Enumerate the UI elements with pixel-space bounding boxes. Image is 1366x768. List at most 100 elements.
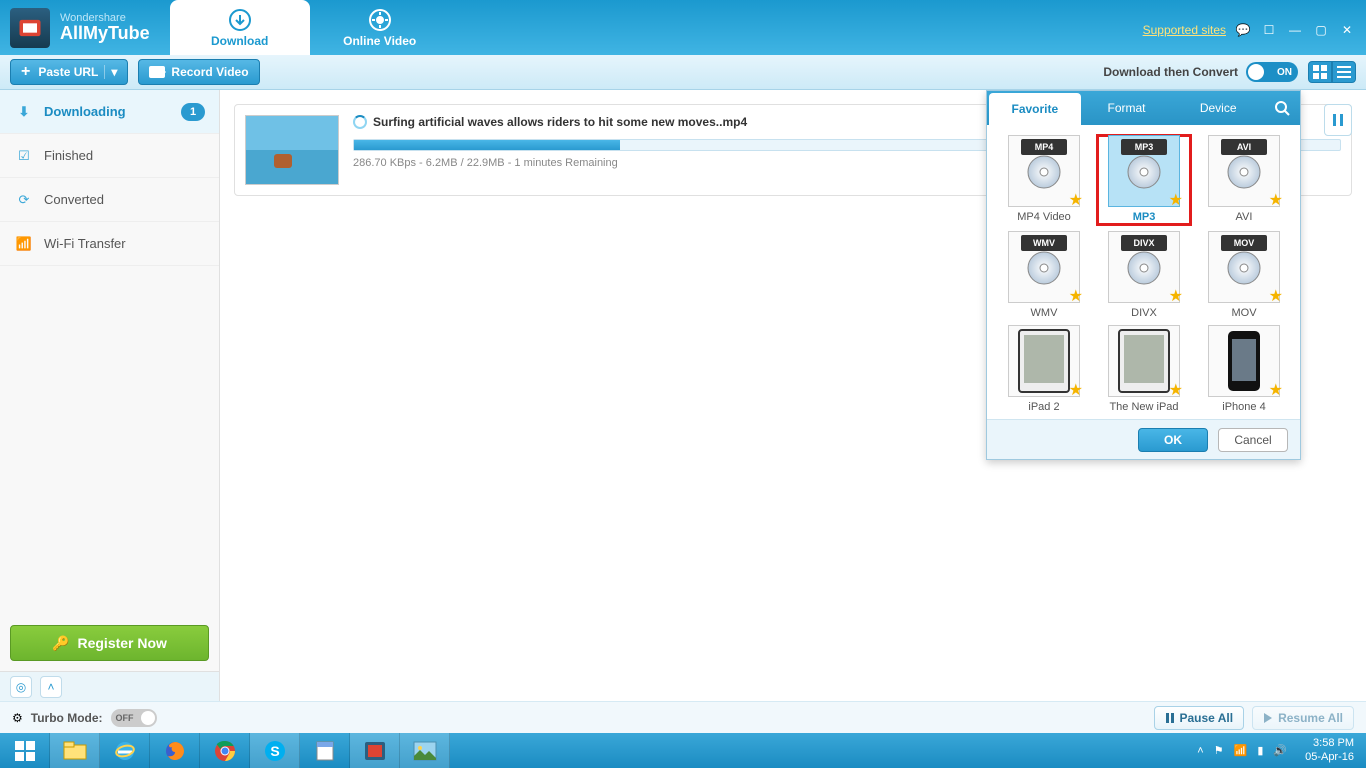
- tray-chevron-icon[interactable]: ˄: [1197, 745, 1203, 757]
- sidebar-bottom: ◎ ˄: [0, 671, 219, 701]
- ipad-icon: [1018, 329, 1070, 393]
- supported-sites-link[interactable]: Supported sites: [1143, 23, 1226, 37]
- tab-device[interactable]: Device: [1172, 91, 1264, 125]
- sidebar-item-label: Downloading: [44, 104, 126, 119]
- taskbar-notepad[interactable]: [300, 733, 350, 768]
- feedback-icon[interactable]: 💬: [1234, 23, 1252, 37]
- start-button[interactable]: [0, 733, 50, 768]
- star-icon: ★: [1269, 380, 1283, 400]
- windows-taskbar: S ˄ ⚑ 📶 ▮ 🔊 3:58 PM 05-Apr-16: [0, 733, 1366, 768]
- format-item-ipad-2[interactable]: ★iPad 2: [997, 325, 1091, 413]
- camera-icon: [149, 66, 165, 78]
- tab-favorite[interactable]: Favorite: [989, 93, 1081, 125]
- lang-icon[interactable]: ☐: [1260, 23, 1278, 37]
- record-video-label: Record Video: [171, 65, 248, 79]
- minimize-button[interactable]: —: [1286, 23, 1304, 37]
- cancel-button[interactable]: Cancel: [1218, 428, 1288, 452]
- sidebar-item-converted[interactable]: ⟳ Converted: [0, 178, 219, 222]
- key-icon: 🔑: [52, 635, 69, 652]
- format-item-iphone-4[interactable]: ★iPhone 4: [1197, 325, 1291, 413]
- taskbar-file-explorer[interactable]: [50, 733, 100, 768]
- sidebar-item-finished[interactable]: ☑ Finished: [0, 134, 219, 178]
- download-then-convert-toggle[interactable]: ON: [1246, 62, 1298, 82]
- format-item-label: The New iPad: [1097, 401, 1191, 413]
- turbo-mode-toggle[interactable]: OFF: [111, 709, 157, 727]
- maximize-button[interactable]: ▢: [1312, 23, 1330, 37]
- taskbar-chrome[interactable]: [200, 733, 250, 768]
- tab-online-video[interactable]: Online Video: [310, 0, 450, 55]
- title-bar: Wondershare AllMyTube Download Online Vi…: [0, 0, 1366, 55]
- format-item-the-new-ipad[interactable]: ★The New iPad: [1097, 325, 1191, 413]
- content-area: Surfing artificial waves allows riders t…: [220, 90, 1366, 701]
- ok-button[interactable]: OK: [1138, 428, 1208, 452]
- toggle-on-text: ON: [1277, 67, 1292, 78]
- paste-url-button[interactable]: + Paste URL ▾: [10, 59, 128, 85]
- format-item-mov[interactable]: MOV★MOV: [1197, 231, 1291, 319]
- format-item-label: WMV: [997, 307, 1091, 319]
- tray-network-icon[interactable]: 📶: [1234, 744, 1248, 757]
- format-badge: MOV: [1221, 235, 1267, 251]
- sidebar-item-downloading[interactable]: ⬇ Downloading 1: [0, 90, 219, 134]
- format-grid: MP4★MP4 VideoMP3★MP3AVI★AVIWMV★WMVDIVX★D…: [987, 125, 1300, 419]
- view-list-button[interactable]: [1332, 61, 1356, 83]
- tray-date: 05-Apr-16: [1305, 751, 1354, 764]
- collapse-sidebar-button[interactable]: ˄: [40, 676, 62, 698]
- toolbar: + Paste URL ▾ Record Video Download then…: [0, 55, 1366, 90]
- format-item-divx[interactable]: DIVX★DIVX: [1097, 231, 1191, 319]
- view-mode-switch: [1308, 61, 1356, 83]
- format-item-avi[interactable]: AVI★ AVI: [1197, 135, 1291, 225]
- chevron-down-icon: ▾: [104, 65, 117, 79]
- taskbar-firefox[interactable]: [150, 733, 200, 768]
- format-badge: DIVX: [1121, 235, 1167, 251]
- video-thumbnail: [245, 115, 339, 185]
- format-thumb: ★: [1208, 325, 1280, 397]
- gear-icon[interactable]: ⚙: [12, 711, 23, 725]
- format-item-mp3[interactable]: MP3★MP3: [1097, 135, 1191, 225]
- format-search-button[interactable]: [1264, 91, 1300, 125]
- download-then-convert-label: Download then Convert: [1103, 65, 1238, 79]
- format-thumb: AVI★: [1208, 135, 1280, 207]
- format-item-label: MOV: [1197, 307, 1291, 319]
- taskbar-photos[interactable]: [400, 733, 450, 768]
- format-footer: OK Cancel: [987, 419, 1300, 459]
- register-label: Register Now: [77, 635, 166, 651]
- resume-all-button[interactable]: Resume All: [1252, 706, 1354, 730]
- taskbar-ie[interactable]: [100, 733, 150, 768]
- close-button[interactable]: ✕: [1338, 23, 1356, 37]
- register-now-button[interactable]: 🔑 Register Now: [10, 625, 209, 661]
- downloading-count-badge: 1: [181, 103, 205, 121]
- app-window: Wondershare AllMyTube Download Online Vi…: [0, 0, 1366, 733]
- tab-download[interactable]: Download: [170, 0, 310, 55]
- format-thumb: DIVX★: [1108, 231, 1180, 303]
- tray-volume-icon[interactable]: 🔊: [1273, 744, 1287, 757]
- header-tools: Supported sites 💬 ☐ — ▢ ✕: [1143, 0, 1366, 55]
- taskbar-skype[interactable]: S: [250, 733, 300, 768]
- main-body: ⬇ Downloading 1 ☑ Finished ⟳ Converted 📶…: [0, 90, 1366, 701]
- tray-time: 3:58 PM: [1305, 737, 1354, 750]
- format-thumb: WMV★: [1008, 231, 1080, 303]
- format-item-label: AVI: [1197, 211, 1291, 223]
- plus-icon: +: [21, 63, 30, 81]
- tray-wifi-icon[interactable]: ▮: [1257, 744, 1263, 757]
- record-video-button[interactable]: Record Video: [138, 59, 259, 85]
- format-badge: MP4: [1021, 139, 1067, 155]
- ipad-icon: [1118, 329, 1170, 393]
- tab-format[interactable]: Format: [1081, 91, 1173, 125]
- brand-text: Wondershare: [60, 12, 150, 24]
- pause-all-button[interactable]: Pause All: [1154, 706, 1245, 730]
- format-item-mp4-video[interactable]: MP4★ MP4 Video: [997, 135, 1091, 225]
- taskbar-allmytube[interactable]: [350, 733, 400, 768]
- view-grid-button[interactable]: [1308, 61, 1332, 83]
- tray-clock[interactable]: 3:58 PM 05-Apr-16: [1297, 737, 1362, 763]
- format-item-label: MP4 Video: [997, 211, 1091, 223]
- format-thumb: MP4★: [1008, 135, 1080, 207]
- star-icon: ★: [1269, 286, 1283, 306]
- progress-fill: [354, 140, 620, 150]
- tray-flag-icon[interactable]: ⚑: [1214, 744, 1224, 757]
- pause-item-button[interactable]: [1324, 104, 1352, 136]
- star-icon: ★: [1169, 380, 1183, 400]
- library-location-button[interactable]: ◎: [10, 676, 32, 698]
- sidebar-item-wifi-transfer[interactable]: 📶 Wi-Fi Transfer: [0, 222, 219, 266]
- format-item-wmv[interactable]: WMV★ WMV: [997, 231, 1091, 319]
- sidebar-item-label: Finished: [44, 148, 93, 163]
